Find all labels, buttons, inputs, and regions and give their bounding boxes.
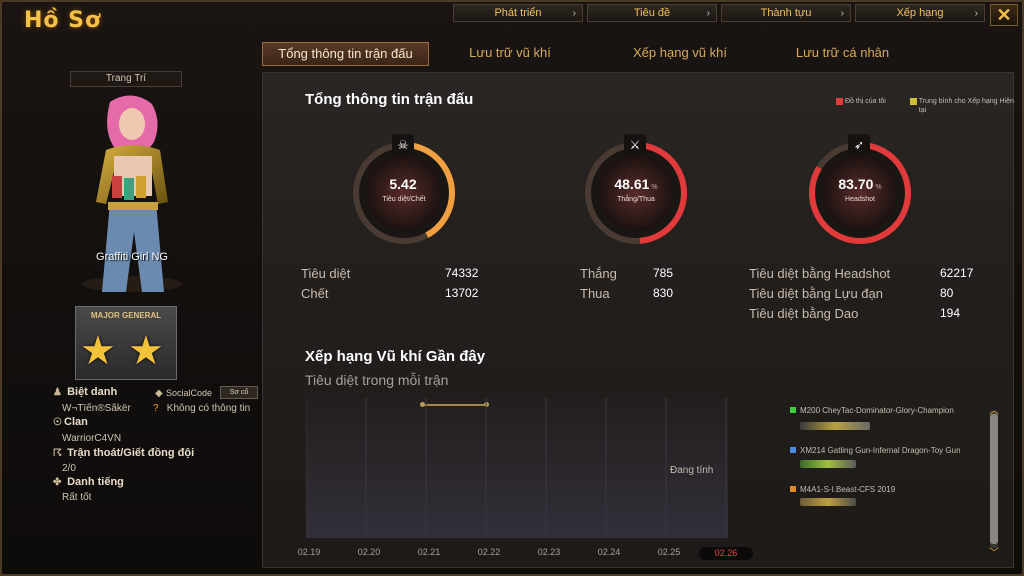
overview-title: Tổng thông tin trận đấu (305, 91, 474, 108)
clan-value: WarriorC4VN (62, 433, 122, 444)
stat-value-deaths: 13702 (445, 286, 479, 300)
scroll-down-icon[interactable]: ﹀ (986, 544, 1002, 559)
social-code-button[interactable]: Sơ cố (220, 386, 258, 399)
weapon-chart-area (305, 398, 728, 538)
gauge-value: 48.61% (614, 176, 658, 192)
decor-button[interactable]: Trang Trí (70, 71, 182, 87)
gauge-label: Headshot (845, 196, 875, 203)
gauge-label: Tiêu diệt/Chết (382, 196, 426, 203)
skull-icon: ☠ (392, 134, 414, 156)
tab-weapon-archive[interactable]: Lưu trữ vũ khí (440, 42, 580, 66)
stat-label-grenade-kills: Tiêu diệt bằng Lựu đạn (749, 286, 883, 301)
gatling-gun-icon (800, 460, 856, 468)
assault-rifle-icon (800, 498, 856, 506)
tab-match-overview[interactable]: Tổng thông tin trận đấu (262, 42, 429, 66)
scrollbar-thumb[interactable] (990, 414, 998, 544)
chevron-right-icon: › (572, 7, 576, 19)
escape-label: ☈ Trận thoát/Giết đồng đội (53, 447, 195, 459)
star-icon: ★ (128, 329, 164, 373)
gauge-headshot: ➶ 83.70% Headshot (805, 134, 915, 248)
no-info-text: ? Không có thông tin (153, 403, 251, 414)
stat-value-kills: 74332 (445, 266, 479, 280)
stat-label-losses: Thua (580, 286, 610, 301)
gauge-value: 83.70% (838, 176, 882, 192)
stat-value-knife-kills: 194 (940, 306, 961, 320)
social-code-label: ◆ SocialCode (155, 388, 213, 399)
date-tick: 02.20 (357, 547, 381, 557)
stat-label-deaths: Chết (301, 286, 329, 301)
escape-value: 2/0 (62, 463, 76, 474)
nav-label: Thành tựu (760, 7, 812, 19)
gauge-value: 5.42 (389, 176, 417, 192)
fame-icon: ✤ (53, 477, 62, 488)
date-tick: 02.22 (477, 547, 501, 557)
clan-label: ☉ Clan (53, 416, 88, 428)
nav-achievements[interactable]: Thành tựu › (721, 4, 851, 22)
page-title: Hồ Sơ (24, 8, 102, 33)
stat-label-headshot-kills: Tiêu diệt bằng Headshot (749, 266, 891, 281)
weapon-color-swatch (790, 447, 796, 453)
tab-weapon-ranking[interactable]: Xếp hạng vũ khí (600, 42, 760, 66)
weapon-rank-subtitle: Tiêu diệt trong mỗi trận (305, 372, 449, 388)
date-tick: 02.19 (297, 547, 321, 557)
date-tick: 02.24 (597, 547, 621, 557)
nav-development[interactable]: Phát triển › (453, 4, 583, 22)
stat-value-grenade-kills: 80 (940, 286, 954, 300)
sniper-rifle-icon (800, 422, 870, 430)
date-tick: 02.25 (657, 547, 681, 557)
gauge-winrate: ⚔ 48.61% Thắng/Thua (581, 134, 691, 248)
gauge-kd: ☠ 5.42 Tiêu diệt/Chết (349, 134, 459, 248)
nav-ranking[interactable]: Xếp hạng › (855, 4, 985, 22)
tab-personal-archive[interactable]: Lưu trữ cá nhân (770, 42, 915, 66)
scroll-up-icon[interactable]: ︿ (986, 402, 1002, 417)
stat-label-knife-kills: Tiêu diệt bằng Dao (749, 306, 859, 321)
nav-label: Tiêu đề (633, 7, 671, 19)
question-icon: ? (153, 403, 159, 414)
legend-swatch (836, 98, 843, 105)
legend-swatch (910, 98, 917, 105)
nickname-value: W¬Tïến®Sãkër (62, 403, 131, 414)
nav-titles[interactable]: Tiêu đề › (587, 4, 717, 22)
date-tick: 02.23 (537, 547, 561, 557)
legend-mine: Đồ thị của tôi (836, 97, 886, 106)
fame-label: ✤ Danh tiếng (53, 476, 124, 488)
weapon-color-swatch (790, 486, 796, 492)
nav-label: Xếp hạng (896, 7, 944, 19)
star-icon: ★ (80, 329, 116, 373)
weapon-rank-title: Xếp hạng Vũ khí Gần đây (305, 348, 486, 365)
stat-value-headshot-kills: 62217 (940, 266, 974, 280)
rifle-icon: ➶ (848, 134, 870, 156)
date-tick-current[interactable]: 02.26 (699, 547, 753, 560)
weapon-item[interactable]: XM214 Gatling Gun-Infernal Dragon-Toy Gu… (790, 446, 961, 455)
stat-value-wins: 785 (653, 266, 674, 280)
weapon-item[interactable]: M200 CheyTac-Dominator-Glory-Champion (790, 406, 954, 415)
nickname-label: ♟ Biệt danh (53, 386, 118, 398)
chevron-right-icon: › (974, 7, 978, 19)
close-icon: ✕ (996, 5, 1012, 25)
rank-title: MAJOR GENERAL (90, 311, 162, 320)
stat-label-wins: Thắng (580, 266, 617, 281)
fame-value: Rất tốt (62, 492, 92, 503)
calculating-status: Đang tính (670, 465, 714, 476)
chart-grid (305, 398, 727, 538)
rank-badge: MAJOR GENERAL ★ ★ (75, 306, 177, 380)
weapon-color-swatch (790, 407, 796, 413)
character-name: Graffiti Girl NG (96, 251, 168, 263)
weapon-item[interactable]: M4A1-S-I.Beast-CFS 2019 (790, 485, 895, 494)
social-icon: ◆ (155, 388, 163, 399)
stat-value-losses: 830 (653, 286, 674, 300)
runner-icon: ☈ (53, 448, 62, 459)
legend-average: Trung bình cho Xếp hạng Hiện tại (910, 97, 1020, 115)
person-icon: ♟ (53, 387, 62, 398)
date-tick: 02.21 (417, 547, 441, 557)
chevron-right-icon: › (840, 7, 844, 19)
gauge-label: Thắng/Thua (617, 196, 655, 203)
chevron-right-icon: › (706, 7, 710, 19)
close-button[interactable]: ✕ (990, 4, 1018, 26)
crossed-rifles-icon: ⚔ (624, 134, 646, 156)
clan-icon: ☉ (53, 417, 62, 428)
nav-label: Phát triển (494, 7, 542, 19)
stat-label-kills: Tiêu diệt (301, 266, 351, 281)
